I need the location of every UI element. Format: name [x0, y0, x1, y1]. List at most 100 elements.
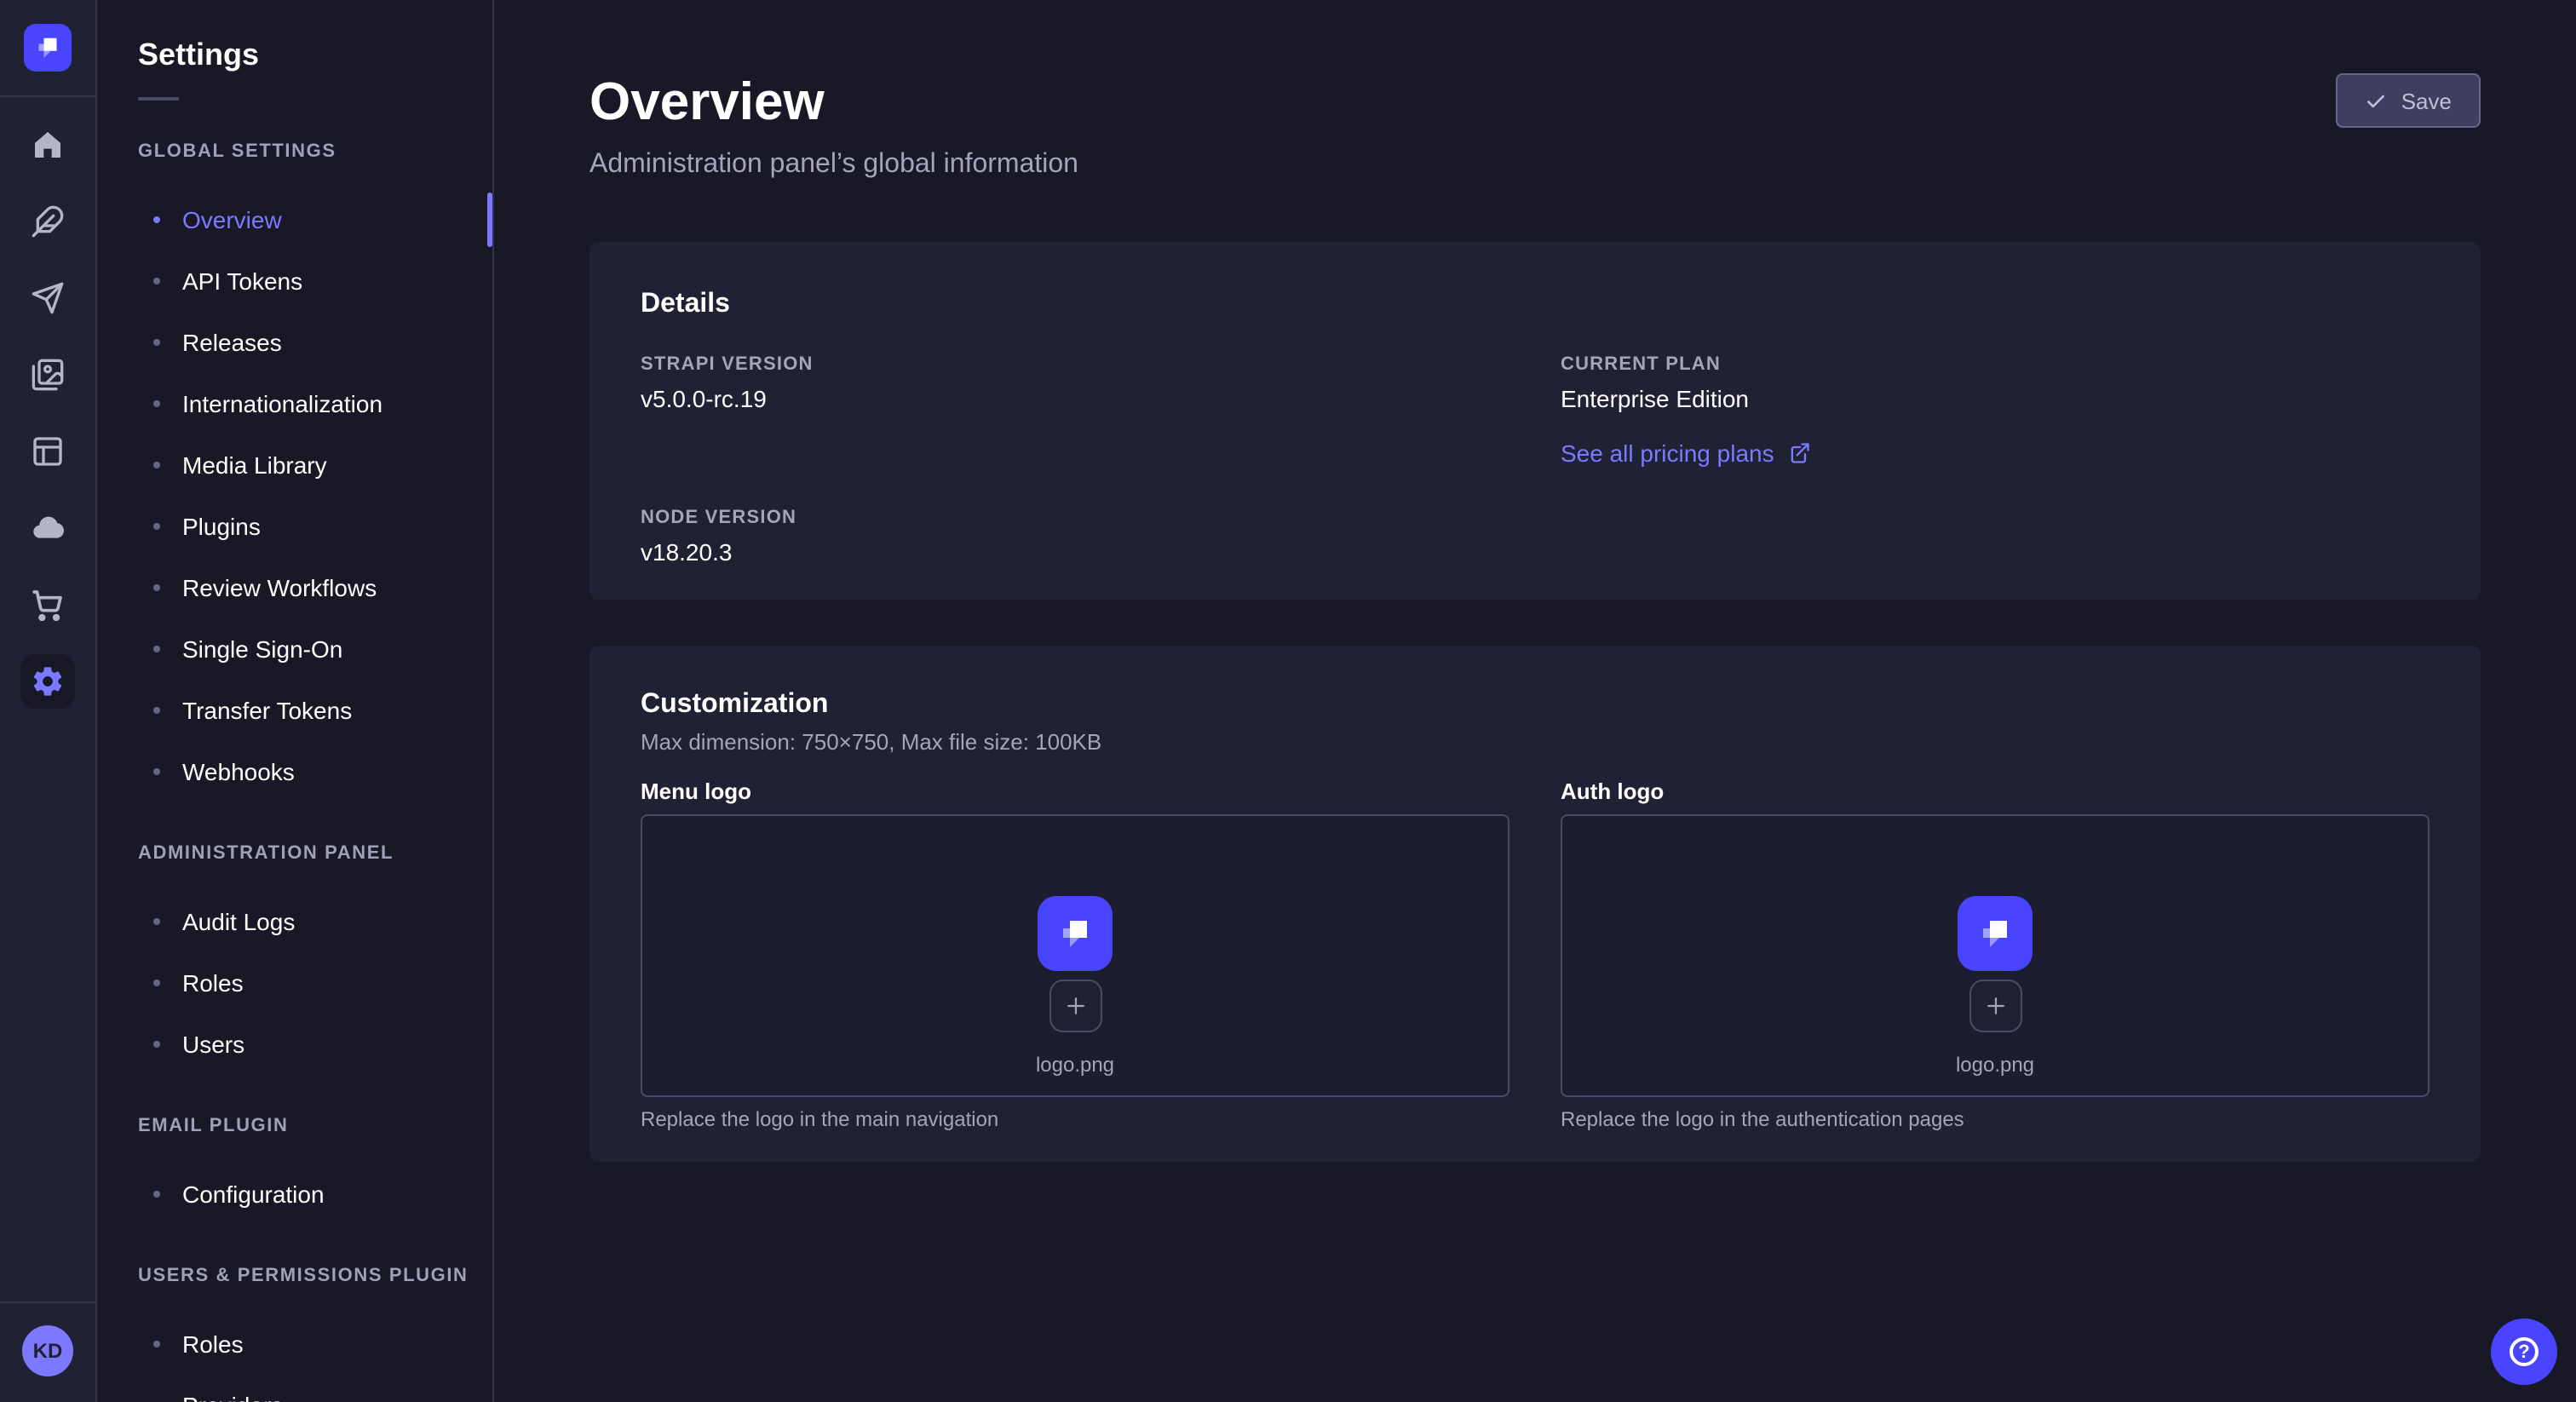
subnav-item-review-workflows[interactable]: Review Workflows	[97, 557, 492, 618]
logo-uploads-grid: Menu logo logo.png Replace the logo in t…	[641, 778, 2429, 1130]
bullet-icon	[153, 462, 160, 468]
nav-content-manager[interactable]	[20, 424, 75, 479]
plus-icon	[1982, 992, 2008, 1018]
auth-logo-dropzone[interactable]: logo.png	[1561, 813, 2429, 1096]
content-area: Details STRAPI VERSION v5.0.0-rc.19 NODE…	[494, 241, 2576, 1161]
nav-marketplace[interactable]	[20, 577, 75, 632]
strapi-version-label: STRAPI VERSION	[641, 353, 1509, 374]
strapi-logo-icon	[32, 32, 63, 63]
nav-deploy[interactable]	[20, 271, 75, 325]
subnav-divider	[138, 97, 179, 101]
check-icon	[2366, 89, 2388, 112]
subnav-item-single-sign-on[interactable]: Single Sign-On	[97, 618, 492, 680]
section-header: EMAIL PLUGIN	[138, 1116, 492, 1136]
details-card: Details STRAPI VERSION v5.0.0-rc.19 NODE…	[589, 241, 2481, 599]
active-indicator	[487, 192, 492, 247]
bullet-icon	[153, 646, 160, 652]
page-subtitle: Administration panel’s global informatio…	[589, 149, 2481, 180]
nav-settings[interactable]	[20, 654, 75, 709]
section-administration-panel: ADMINISTRATION PANEL Audit Logs Roles Us…	[97, 843, 492, 1075]
subnav-item-admin-users[interactable]: Users	[97, 1014, 492, 1075]
customization-constraints: Max dimension: 750×750, Max file size: 1…	[641, 728, 2429, 754]
layout-icon	[31, 434, 65, 468]
menu-logo-dropzone[interactable]: logo.png	[641, 813, 1509, 1096]
bullet-icon	[153, 768, 160, 775]
user-avatar[interactable]: KD	[22, 1325, 73, 1376]
cart-icon	[31, 588, 65, 622]
main-content: Overview Administration panel’s global i…	[494, 0, 2576, 1402]
paper-plane-icon	[31, 281, 65, 315]
cloud-icon	[31, 511, 65, 545]
bullet-icon	[153, 1341, 160, 1347]
images-icon	[31, 358, 65, 392]
details-grid: STRAPI VERSION v5.0.0-rc.19 NODE VERSION…	[641, 353, 2429, 565]
subnav-item-api-tokens[interactable]: API Tokens	[97, 250, 492, 312]
section-header: GLOBAL SETTINGS	[138, 141, 492, 162]
subnav-item-internationalization[interactable]: Internationalization	[97, 373, 492, 434]
nav-content-type-builder[interactable]	[20, 194, 75, 249]
save-button[interactable]: Save	[2337, 73, 2481, 128]
subnav-item-up-roles[interactable]: Roles	[97, 1313, 492, 1375]
details-left-column: STRAPI VERSION v5.0.0-rc.19 NODE VERSION…	[641, 353, 1509, 565]
settings-subnav: Settings GLOBAL SETTINGS Overview API To…	[97, 0, 494, 1402]
section-users-permissions-plugin: USERS & PERMISSIONS PLUGIN Roles Provide…	[97, 1266, 492, 1402]
section-email-plugin: EMAIL PLUGIN Configuration	[97, 1116, 492, 1225]
bullet-icon	[153, 707, 160, 714]
home-icon	[31, 128, 65, 162]
menu-logo-preview	[1038, 895, 1113, 970]
current-plan-label: CURRENT PLAN	[1561, 353, 2429, 374]
subnav-item-transfer-tokens[interactable]: Transfer Tokens	[97, 680, 492, 741]
auth-logo-caption: Replace the logo in the authentication p…	[1561, 1106, 2429, 1130]
node-version-field: NODE VERSION v18.20.3	[641, 507, 1509, 565]
bullet-icon	[153, 278, 160, 284]
subnav-item-releases[interactable]: Releases	[97, 312, 492, 373]
current-plan-value: Enterprise Edition	[1561, 384, 2429, 411]
subnav-title: Settings	[138, 37, 492, 73]
external-link-icon	[1788, 440, 1812, 464]
subnav-item-audit-logs[interactable]: Audit Logs	[97, 891, 492, 952]
plus-icon	[1062, 992, 1088, 1018]
main-nav-rail: KD	[0, 0, 97, 1402]
nav-cloud[interactable]	[20, 501, 75, 555]
subnav-item-email-configuration[interactable]: Configuration	[97, 1164, 492, 1225]
details-right-column: CURRENT PLAN Enterprise Edition See all …	[1561, 353, 2429, 565]
bullet-icon	[153, 400, 160, 407]
strapi-logo-icon	[1975, 912, 2015, 953]
node-version-label: NODE VERSION	[641, 507, 1509, 527]
current-plan-field: CURRENT PLAN Enterprise Edition	[1561, 353, 2429, 411]
bullet-icon	[153, 1191, 160, 1198]
auth-logo-filename: logo.png	[1956, 1052, 2034, 1076]
rail-user-section: KD	[0, 1301, 95, 1402]
pricing-plans-link-label: See all pricing plans	[1561, 439, 1774, 466]
subnav-item-plugins[interactable]: Plugins	[97, 496, 492, 557]
auth-logo-add-button[interactable]	[1969, 979, 2021, 1031]
rail-icons	[20, 118, 75, 709]
question-mark-icon: ?	[2510, 1337, 2539, 1366]
strapi-admin-app: KD Settings GLOBAL SETTINGS Overview API…	[0, 0, 2576, 1402]
customization-card: Customization Max dimension: 750×750, Ma…	[589, 645, 2481, 1161]
pricing-plans-link[interactable]: See all pricing plans	[1561, 439, 2429, 466]
menu-logo-upload: Menu logo logo.png Replace the logo in t…	[641, 778, 1509, 1130]
subnav-item-up-providers[interactable]: Providers	[97, 1375, 492, 1402]
nav-home[interactable]	[20, 118, 75, 172]
help-button[interactable]: ?	[2491, 1319, 2557, 1385]
strapi-version-value: v5.0.0-rc.19	[641, 384, 1509, 411]
menu-logo-filename: logo.png	[1036, 1052, 1114, 1076]
gear-icon	[31, 664, 65, 698]
auth-logo-upload: Auth logo logo.png Replace the logo in t…	[1561, 778, 2429, 1130]
strapi-logo[interactable]	[24, 24, 72, 72]
section-header: ADMINISTRATION PANEL	[138, 843, 492, 864]
bullet-icon	[153, 918, 160, 925]
subnav-item-webhooks[interactable]: Webhooks	[97, 741, 492, 802]
subnav-item-overview[interactable]: Overview	[97, 189, 492, 250]
subnav-item-admin-roles[interactable]: Roles	[97, 952, 492, 1014]
strapi-version-field: STRAPI VERSION v5.0.0-rc.19	[641, 353, 1509, 411]
auth-logo-preview	[1958, 895, 2033, 970]
menu-logo-label: Menu logo	[641, 778, 1509, 803]
save-button-label: Save	[2401, 88, 2452, 113]
subnav-item-media-library[interactable]: Media Library	[97, 434, 492, 496]
feather-icon	[31, 204, 65, 238]
menu-logo-add-button[interactable]	[1049, 979, 1101, 1031]
bullet-icon	[153, 584, 160, 591]
nav-media-library[interactable]	[20, 348, 75, 402]
